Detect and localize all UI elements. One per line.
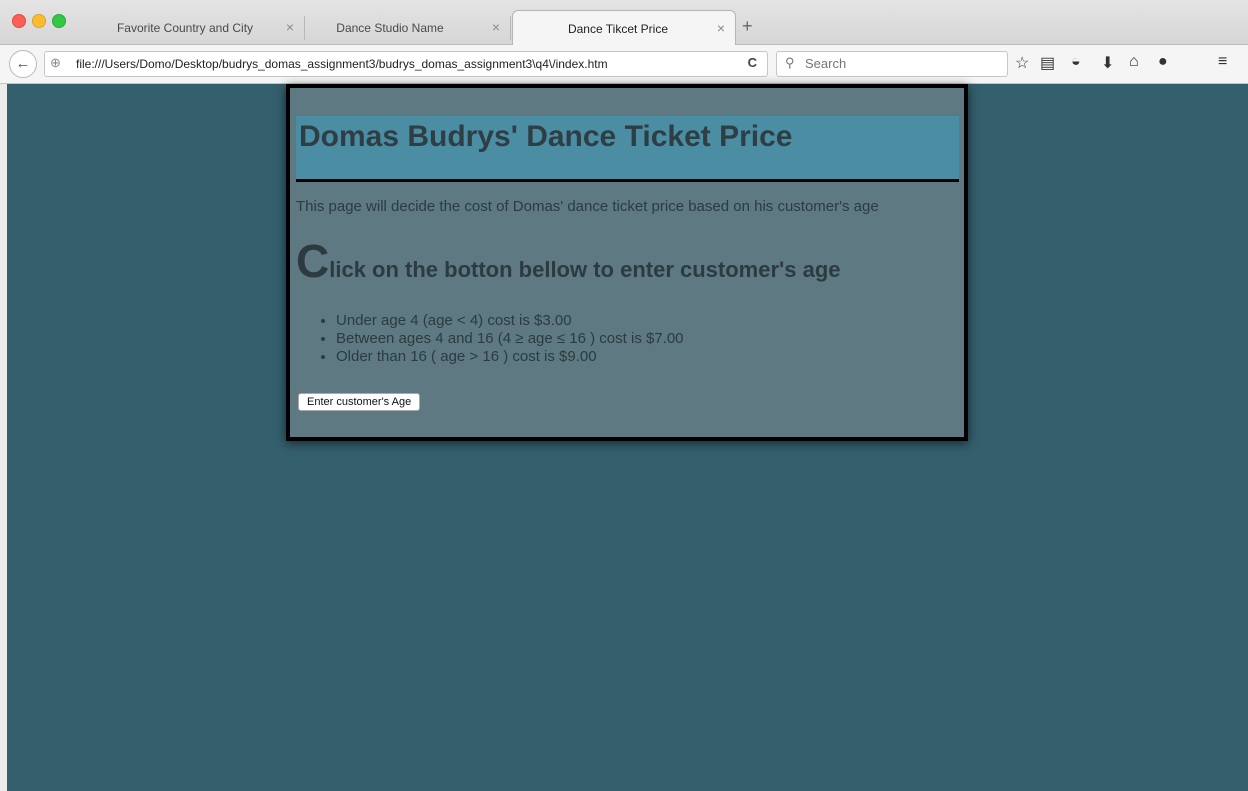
tab-label: Dance Tikcet Price [567, 22, 669, 36]
tab-dance-ticket-price[interactable]: Dance Tikcet Price × [512, 10, 736, 45]
price-item: Under age 4 (age < 4) cost is $3.00 [336, 312, 684, 330]
pocket-icon[interactable]: ◒ [1071, 53, 1081, 71]
tab-label: Dance Studio Name [336, 21, 444, 35]
enter-age-button[interactable]: Enter customer's Age [298, 393, 421, 411]
tab-favorite-country[interactable]: Favorite Country and City × [100, 16, 305, 40]
page-description: This page will decide the cost of Domas'… [296, 198, 879, 215]
tab-strip: Favorite Country and City × Dance Studio… [0, 0, 1248, 45]
minimize-window-button[interactable] [32, 14, 46, 28]
close-window-button[interactable] [12, 14, 26, 28]
close-tab-icon[interactable]: × [492, 19, 500, 35]
drop-cap: C [296, 235, 330, 287]
url-text[interactable]: file:///Users/Domo/Desktop/budrys_domas_… [76, 57, 608, 71]
instruction-text: lick on the botton bellow to enter custo… [329, 257, 841, 282]
close-tab-icon[interactable]: × [286, 19, 294, 35]
new-tab-button[interactable]: + [742, 16, 753, 37]
menu-icon[interactable]: ≡ [1218, 53, 1227, 71]
nav-toolbar: ← ⊕ file:///Users/Domo/Desktop/budrys_do… [0, 45, 1248, 84]
tab-dance-studio[interactable]: Dance Studio Name × [305, 16, 511, 40]
download-icon[interactable]: ⬇ [1101, 53, 1114, 73]
close-tab-icon[interactable]: × [717, 20, 725, 36]
chat-icon[interactable]: ● [1158, 53, 1168, 71]
zoom-window-button[interactable] [52, 14, 66, 28]
content-card: Domas Budrys' Dance Ticket Price This pa… [286, 84, 968, 441]
page-title: Domas Budrys' Dance Ticket Price [299, 120, 793, 153]
home-icon[interactable]: ⌂ [1129, 53, 1139, 71]
price-list: Under age 4 (age < 4) cost is $3.00 Betw… [316, 312, 684, 366]
price-item: Older than 16 ( age > 16 ) cost is $9.00 [336, 348, 684, 366]
search-icon: ⚲ [785, 55, 795, 70]
url-bar[interactable]: ⊕ file:///Users/Domo/Desktop/budrys_doma… [44, 51, 768, 77]
reading-list-icon[interactable]: ▤ [1040, 53, 1055, 73]
price-item: Between ages 4 and 16 (4 ≥ age ≤ 16 ) co… [336, 330, 684, 348]
tab-label: Favorite Country and City [116, 21, 254, 35]
bookmark-star-icon[interactable]: ☆ [1015, 53, 1029, 73]
search-input[interactable] [803, 55, 1002, 72]
instruction-heading: Click on the botton bellow to enter cust… [296, 236, 841, 286]
site-identity-icon[interactable]: ⊕ [50, 55, 61, 71]
header-banner: Domas Budrys' Dance Ticket Price [296, 116, 959, 182]
back-button[interactable]: ← [9, 50, 37, 78]
reload-button[interactable]: C [748, 55, 757, 70]
search-bar[interactable]: ⚲ [776, 51, 1008, 77]
page-viewport: Domas Budrys' Dance Ticket Price This pa… [7, 84, 1248, 791]
